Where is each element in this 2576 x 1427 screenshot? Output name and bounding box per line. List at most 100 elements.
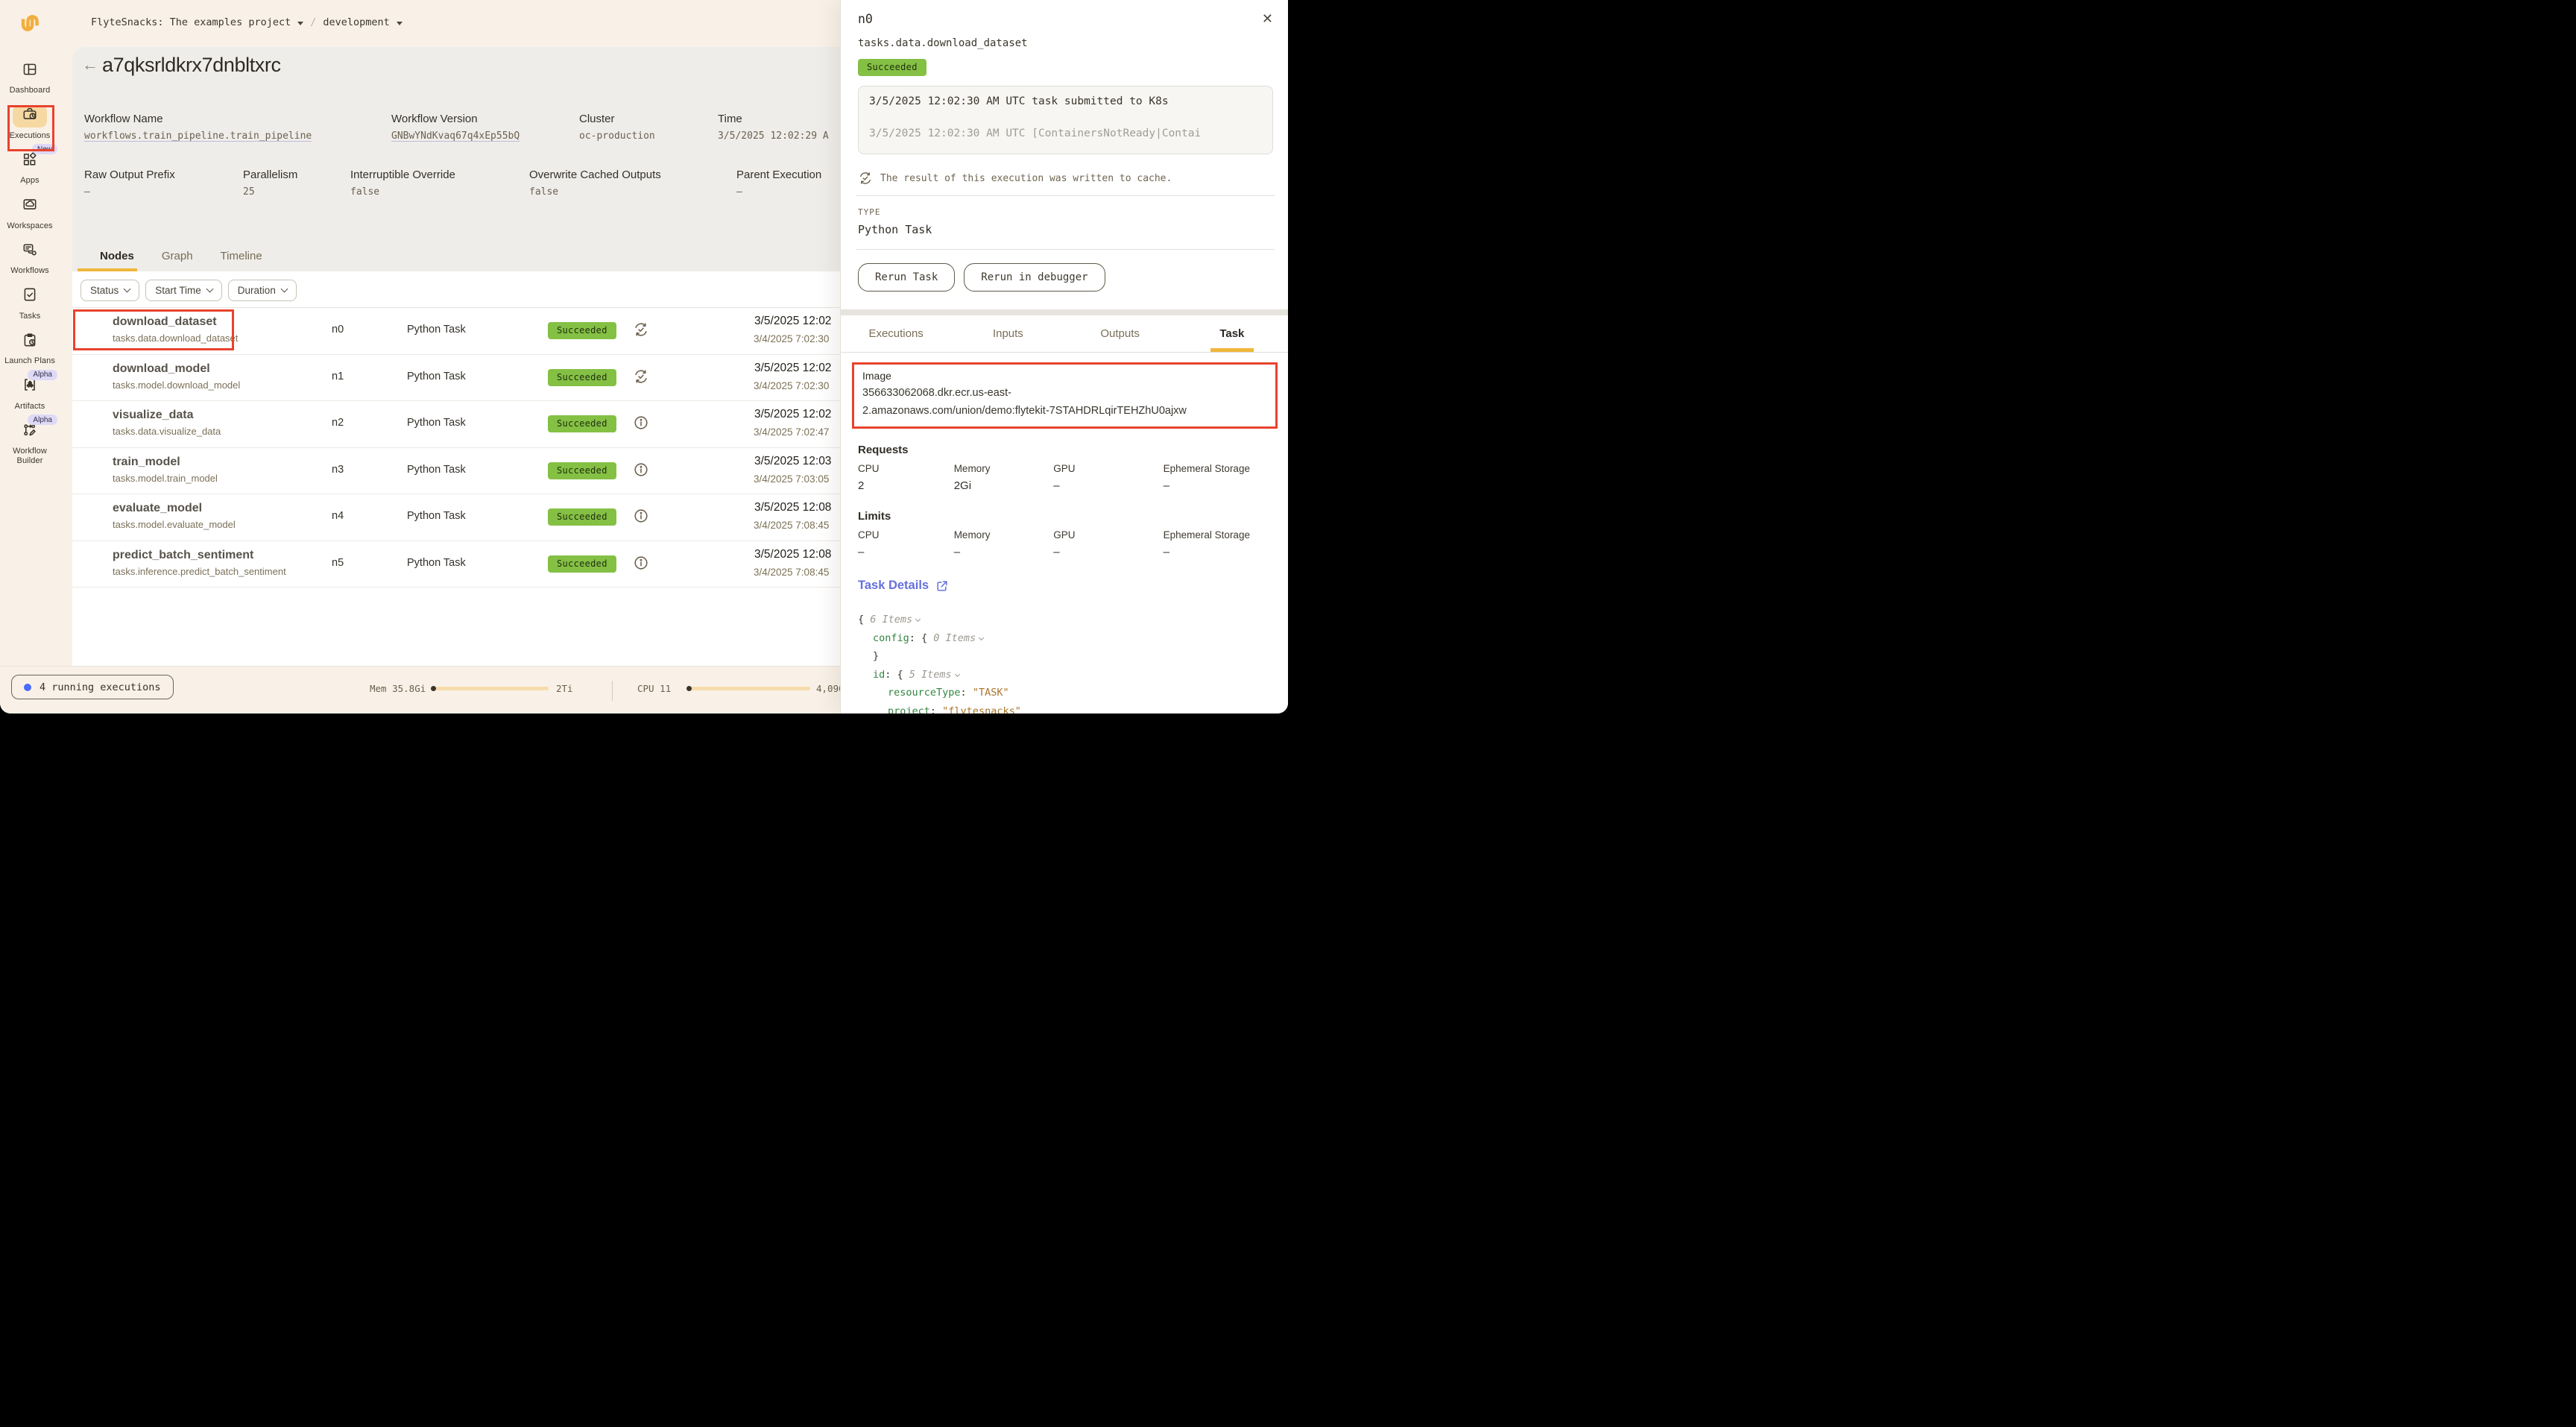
table-row[interactable]: evaluate_model tasks.model.evaluate_mode… — [72, 494, 840, 541]
sidebar-item[interactable]: Dashboard — [0, 60, 60, 95]
sidebar-item[interactable]: New Apps — [0, 150, 60, 186]
breadcrumb-separator: / — [310, 16, 316, 28]
sidebar-item[interactable]: Tasks — [0, 286, 60, 321]
json-line: resourceType: "TASK" — [858, 684, 1273, 702]
sidebar-item-label: Executions — [10, 131, 51, 141]
meta-label: Interruptible Override — [350, 168, 455, 181]
type-label: TYPE — [858, 207, 1273, 217]
table-row[interactable]: download_dataset tasks.data.download_dat… — [72, 308, 840, 355]
json-line: } — [858, 647, 1273, 666]
filter-dropdown[interactable]: Status — [80, 280, 139, 301]
panel-tab[interactable]: Executions — [840, 315, 952, 352]
back-arrow-icon[interactable]: ← — [82, 57, 98, 73]
resource-label: Ephemeral Storage — [1164, 529, 1273, 541]
sidebar-item-label: Artifacts — [15, 402, 45, 412]
meta-value: – — [84, 186, 90, 198]
node-id: n2 — [332, 417, 344, 429]
main-tab[interactable]: Graph — [162, 250, 193, 270]
main-tab[interactable]: Nodes — [100, 250, 134, 270]
meta-value[interactable]: workflows.train_pipeline.train_pipeline — [84, 130, 312, 142]
sidebar-item[interactable]: Executions — [0, 105, 60, 141]
sidebar-item[interactable]: Alpha Artifacts — [0, 376, 60, 412]
meta-value[interactable]: GNBwYNdKvaq67q4xEp55bQ — [391, 130, 520, 142]
sidebar-item[interactable]: Workspaces — [0, 195, 60, 231]
meta-value: false — [350, 186, 379, 198]
node-name[interactable]: predict_batch_sentiment — [113, 549, 253, 562]
resource-label: CPU — [858, 463, 954, 474]
resource-label: Memory — [954, 463, 1054, 474]
close-icon[interactable]: ✕ — [1262, 12, 1273, 25]
info-icon[interactable] — [633, 462, 649, 478]
rerun-debugger-button[interactable]: Rerun in debugger — [964, 263, 1105, 292]
running-dot-icon — [24, 684, 31, 691]
sidebar-nav: Dashboard Executions New Apps — [0, 48, 60, 714]
running-executions-pill[interactable]: 4 running executions — [11, 675, 174, 699]
node-start-time: 3/5/2025 12:02 — [754, 362, 831, 375]
info-icon[interactable] — [633, 415, 649, 431]
cache-icon[interactable] — [633, 368, 649, 385]
table-row[interactable]: train_model tasks.model.train_model n3 P… — [72, 448, 840, 495]
resource-label: GPU — [1053, 463, 1163, 474]
meta-value: – — [736, 186, 742, 198]
task-details-link[interactable]: Task Details — [858, 579, 1273, 593]
sidebar-item-label: Launch Plans — [4, 356, 55, 366]
panel-task-name: tasks.data.download_dataset — [858, 37, 1273, 49]
status-badge: Succeeded — [548, 369, 616, 386]
node-start-time-local: 3/4/2025 7:08:45 — [754, 567, 829, 578]
info-icon[interactable] — [633, 508, 649, 524]
info-icon[interactable] — [633, 555, 649, 571]
node-start-time: 3/5/2025 12:08 — [754, 501, 831, 514]
node-start-time: 3/5/2025 12:03 — [754, 455, 831, 468]
panel-tab[interactable]: Inputs — [952, 315, 1064, 352]
table-row[interactable]: visualize_data tasks.data.visualize_data… — [72, 401, 840, 448]
sidebar-item[interactable]: Launch Plans — [0, 330, 60, 366]
node-name[interactable]: evaluate_model — [113, 502, 202, 515]
execution-id-title: a7qksrldkrx7dnbltxrc — [102, 54, 281, 77]
node-id: n1 — [332, 371, 344, 382]
log-preview-box[interactable]: 3/5/2025 12:02:30 AM UTC task submitted … — [858, 86, 1273, 154]
main-tab[interactable]: Timeline — [221, 250, 262, 270]
requests-heading: Requests — [858, 444, 1273, 456]
mem-usage-label: Mem 35.8Gi — [370, 683, 426, 694]
sidebar-item[interactable]: Workflows — [0, 240, 60, 276]
resource-label: Ephemeral Storage — [1164, 463, 1273, 474]
panel-tab[interactable]: Task — [1176, 315, 1288, 352]
sidebar-badge: Alpha — [28, 370, 57, 380]
breadcrumb-domain[interactable]: development — [323, 16, 389, 28]
node-name[interactable]: train_model — [113, 456, 180, 469]
cache-icon[interactable] — [633, 321, 649, 338]
table-row[interactable]: predict_batch_sentiment tasks.inference.… — [72, 541, 840, 588]
meta-value: false — [529, 186, 558, 198]
node-name[interactable]: download_dataset — [113, 315, 217, 329]
resource-label: Memory — [954, 529, 1054, 541]
node-start-time: 3/5/2025 12:08 — [754, 548, 831, 561]
task-json-viewer[interactable]: { 6 Itemsconfig: { 0 Items}id: { 5 Items… — [858, 611, 1273, 714]
node-name[interactable]: visualize_data — [113, 409, 194, 422]
cpu-usage-bar — [687, 687, 810, 690]
rerun-task-button[interactable]: Rerun Task — [858, 263, 955, 292]
breadcrumb-project[interactable]: FlyteSnacks: The examples project — [91, 16, 291, 28]
sidebar-item[interactable]: Alpha Workflow Builder — [0, 420, 60, 465]
resource-value: – — [954, 546, 1054, 558]
meta-label: Overwrite Cached Outputs — [529, 168, 661, 181]
filter-dropdown[interactable]: Duration — [228, 280, 297, 301]
resource-value: 2 — [858, 479, 954, 492]
union-logo-icon[interactable] — [18, 11, 42, 35]
node-id: n5 — [332, 557, 344, 569]
sidebar-item-label: Workspaces — [7, 221, 52, 231]
chevron-down-icon[interactable] — [397, 22, 402, 25]
sidebar-item-label: Apps — [20, 176, 39, 186]
chevron-down-icon[interactable] — [297, 22, 303, 25]
filter-dropdown[interactable]: Start Time — [145, 280, 222, 301]
node-id: n4 — [332, 510, 344, 522]
workflows-icon — [22, 242, 38, 262]
node-type: Python Task — [407, 464, 466, 476]
log-line: 3/5/2025 12:02:30 AM UTC task submitted … — [869, 95, 1262, 107]
table-row[interactable]: download_model tasks.model.download_mode… — [72, 355, 840, 402]
meta-label: Parallelism — [243, 168, 297, 181]
resource-value: 2Gi — [954, 479, 1054, 492]
panel-tab[interactable]: Outputs — [1064, 315, 1176, 352]
node-name[interactable]: download_model — [113, 362, 210, 376]
node-start-time-local: 3/4/2025 7:02:30 — [754, 333, 829, 344]
node-start-time-local: 3/4/2025 7:02:47 — [754, 426, 829, 438]
